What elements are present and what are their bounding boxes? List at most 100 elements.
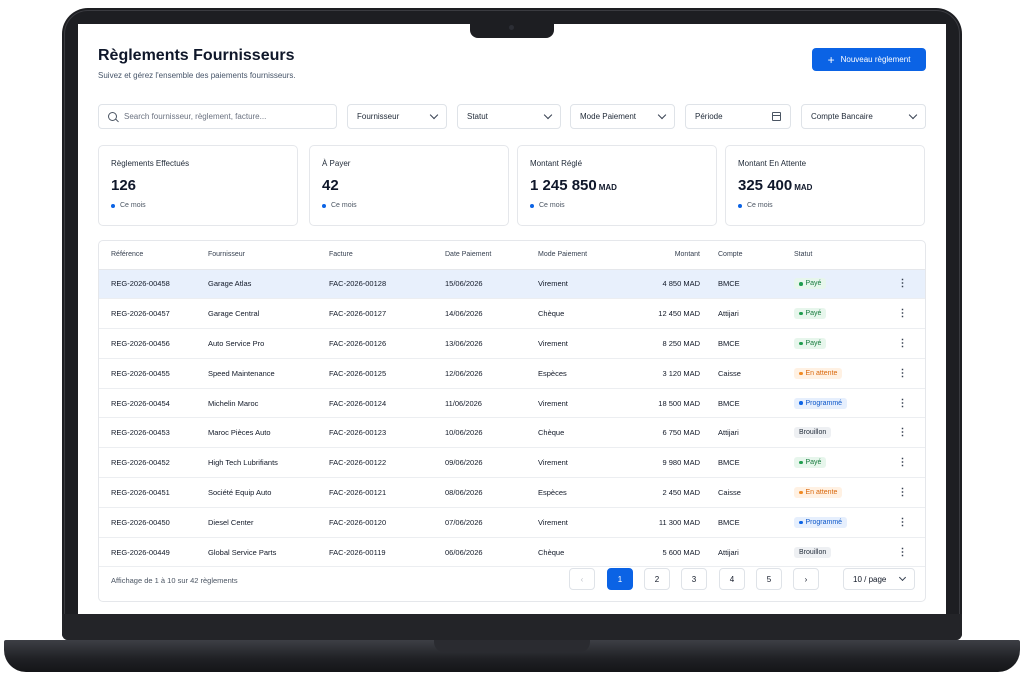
page-button-1[interactable]: 1 [607, 568, 633, 590]
per-page-select[interactable]: 10 / page [843, 568, 915, 590]
cell-payment-mode: Virement [538, 269, 626, 300]
cell-amount: 8 250 MAD [626, 328, 718, 359]
chevron-down-icon [657, 110, 667, 120]
next-page-button[interactable]: › [793, 568, 819, 590]
cell-account: Caisse [718, 477, 794, 508]
search-input[interactable]: Search fournisseur, règlement, facture..… [98, 104, 337, 129]
stat-number: 126 [111, 177, 137, 194]
column-header-actions [878, 241, 925, 270]
status-badge: Payé [794, 278, 827, 290]
more-vertical-icon[interactable]: ⋮ [878, 447, 925, 479]
column-header[interactable]: Statut [794, 241, 878, 270]
more-vertical-icon[interactable]: ⋮ [878, 298, 925, 330]
more-vertical-icon[interactable]: ⋮ [878, 269, 925, 300]
stat-value: 42 [322, 177, 496, 194]
column-header[interactable]: Référence [99, 241, 208, 270]
more-vertical-icon[interactable]: ⋮ [878, 388, 925, 419]
cell-amount: 18 500 MAD [626, 388, 718, 419]
cell-amount: 2 450 MAD [626, 477, 718, 508]
more-vertical-icon[interactable]: ⋮ [878, 358, 925, 389]
plus-icon: + [827, 52, 835, 67]
page-button-5[interactable]: 5 [756, 568, 782, 590]
laptop-base-notch [434, 640, 590, 652]
period-filter[interactable]: Période [685, 104, 791, 129]
cell-payment-mode: Espèces [538, 477, 626, 508]
status-label: Programmé [805, 399, 843, 407]
bank-account-filter[interactable]: Compte Bancaire [801, 104, 926, 129]
cell-supplier: Global Service Parts [208, 537, 329, 568]
column-header[interactable]: Montant [626, 241, 718, 270]
table-row[interactable]: REG-2026-00450 Diesel Center FAC-2026-0012… [99, 507, 925, 538]
status-dot-icon [799, 520, 803, 525]
table-row[interactable]: REG-2026-00456 Auto Service Pro FAC-2026-0… [99, 328, 925, 359]
dot-icon [738, 203, 742, 208]
table-row[interactable]: REG-2026-00457 Garage Central FAC-2026-001… [99, 298, 925, 330]
cell-invoice: FAC-2026-00119 [329, 537, 445, 568]
cell-account: BMCE [718, 328, 794, 359]
column-header[interactable]: Facture [329, 241, 445, 270]
stat-label: Montant Réglé [530, 159, 583, 168]
cell-status: Payé [794, 328, 878, 359]
table-row[interactable]: REG-2026-00453 Maroc Pièces Auto FAC-2026-… [99, 417, 925, 449]
page-button-4[interactable]: 4 [719, 568, 745, 590]
table-row[interactable]: REG-2026-00451 Société Equip Auto FAC-2026… [99, 477, 925, 508]
status-label: Programmé [805, 518, 843, 526]
status-filter[interactable]: Statut [457, 104, 561, 129]
cell-supplier: Maroc Pièces Auto [208, 417, 329, 449]
table-row[interactable]: REG-2026-00455 Speed Maintenance FAC-2026-… [99, 358, 925, 389]
period-filter-label: Période [695, 112, 723, 121]
status-badge: En attente [794, 486, 843, 498]
more-vertical-icon[interactable]: ⋮ [878, 507, 925, 538]
payment-mode-filter[interactable]: Mode Paiement [570, 104, 675, 129]
cell-supplier: High Tech Lubrifiants [208, 447, 329, 479]
cell-account: Attijari [718, 298, 794, 330]
status-label: Payé [805, 310, 822, 318]
stat-card-amount-pending: Montant En Attente 325 400 MAD Ce mois [725, 145, 925, 226]
column-header[interactable]: Date Paiement [445, 241, 538, 270]
column-header[interactable]: Mode Paiement [538, 241, 626, 270]
stat-foot: Ce mois [738, 202, 912, 209]
cell-reference: REG-2026-00453 [99, 417, 208, 449]
cell-account: Attijari [718, 417, 794, 449]
stat-period: Ce mois [120, 202, 146, 209]
stat-value: 1 245 850 MAD [530, 177, 704, 194]
cell-amount: 5 600 MAD [626, 537, 718, 568]
cell-amount: 12 450 MAD [626, 298, 718, 330]
column-header[interactable]: Fournisseur [208, 241, 329, 270]
cell-status: Programmé [794, 507, 878, 538]
cell-date: 06/06/2026 [445, 537, 538, 568]
table-row[interactable]: REG-2026-00452 High Tech Lubrifiants FAC-2… [99, 447, 925, 479]
cell-amount: 4 850 MAD [626, 269, 718, 300]
pagination-summary: Affichage de 1 à 10 sur 42 règlements [111, 576, 238, 585]
cell-supplier: Société Equip Auto [208, 477, 329, 508]
stat-number: 1 245 850 [530, 177, 597, 194]
page-title: Règlements Fournisseurs [98, 47, 295, 64]
dot-icon [322, 203, 326, 208]
stat-unit: MAD [598, 183, 617, 192]
page-button-2[interactable]: 2 [644, 568, 670, 590]
column-header[interactable]: Compte [718, 241, 794, 270]
cell-status: En attente [794, 477, 878, 508]
table-row[interactable]: REG-2026-00449 Global Service Parts FAC-20… [99, 537, 925, 568]
prev-page-button[interactable]: ‹ [569, 568, 595, 590]
more-vertical-icon[interactable]: ⋮ [878, 537, 925, 568]
stat-label: Montant En Attente [738, 159, 807, 168]
new-payment-button[interactable]: + Nouveau règlement [812, 48, 926, 71]
more-vertical-icon[interactable]: ⋮ [878, 328, 925, 359]
more-vertical-icon[interactable]: ⋮ [878, 477, 925, 508]
cell-payment-mode: Virement [538, 447, 626, 479]
supplier-filter[interactable]: Fournisseur [347, 104, 447, 129]
table-row[interactable]: REG-2026-00458 Garage Atlas FAC-2026-00128… [99, 269, 925, 300]
table-row[interactable]: REG-2026-00454 Michelin Maroc FAC-2026-001… [99, 388, 925, 419]
cell-date: 15/06/2026 [445, 269, 538, 300]
status-label: Payé [805, 459, 822, 467]
cell-reference: REG-2026-00458 [99, 269, 208, 300]
status-dot-icon [799, 371, 803, 376]
page-button-3[interactable]: 3 [681, 568, 707, 590]
status-dot-icon [799, 311, 803, 316]
calendar-icon [772, 112, 781, 121]
more-vertical-icon[interactable]: ⋮ [878, 417, 925, 449]
cell-invoice: FAC-2026-00125 [329, 358, 445, 389]
cell-account: Caisse [718, 358, 794, 389]
status-label: Brouillon [799, 429, 827, 437]
